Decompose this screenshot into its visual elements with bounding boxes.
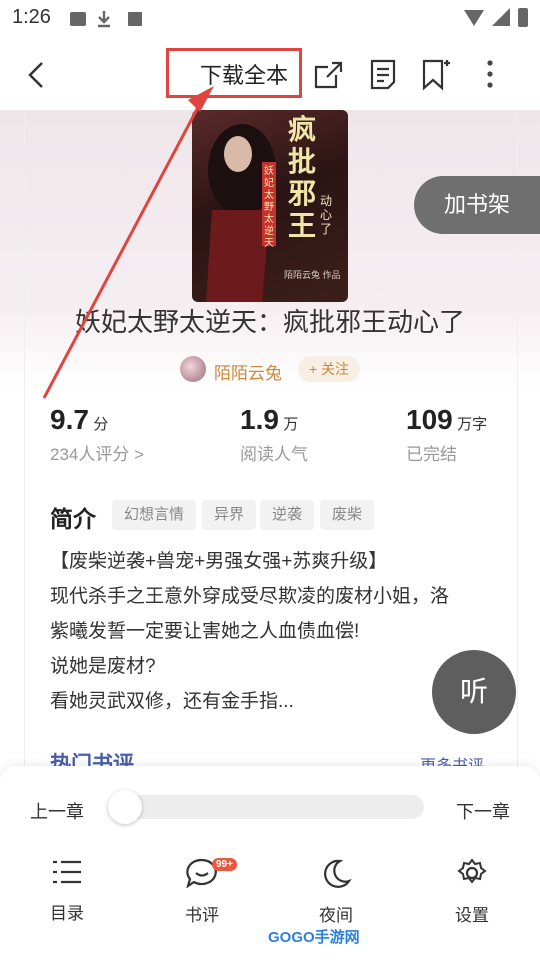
- image-icon: [70, 12, 86, 26]
- previous-chapter-button[interactable]: 上一章: [30, 798, 84, 824]
- bookmark-icon[interactable]: [420, 58, 452, 92]
- gear-icon: [457, 858, 487, 884]
- popularity-unit: 万: [283, 416, 299, 433]
- add-to-shelf-button[interactable]: 加书架: [414, 176, 540, 234]
- download-all-button[interactable]: 下载全本: [200, 58, 288, 90]
- intro-line: 【废柴逆袭+兽宠+男强女强+苏爽升级】: [50, 551, 388, 572]
- cover-series: 妖妃太野太逆天: [264, 166, 274, 249]
- word-count-value: 109: [406, 404, 453, 435]
- nav-settings[interactable]: 设置: [427, 858, 517, 926]
- tag-item[interactable]: 幻想言情: [112, 500, 197, 530]
- popularity-value: 1.9: [240, 404, 279, 435]
- nav-night-mode[interactable]: 夜间: [291, 858, 381, 926]
- intro-line: 现代杀手之王意外穿成受尽欺凌的废材小姐，洛: [50, 586, 450, 607]
- cover-title-main: 疯批邪王: [288, 114, 317, 241]
- author-name[interactable]: 陌陌云兔: [214, 359, 282, 384]
- more-options-icon[interactable]: [480, 58, 500, 92]
- stat-rating[interactable]: 9.7 分 234人评分 >: [50, 404, 144, 465]
- tag-item[interactable]: 逆袭: [260, 500, 315, 530]
- moon-icon: [324, 859, 352, 888]
- nav-settings-label: 设置: [455, 906, 489, 925]
- back-icon[interactable]: [24, 60, 52, 90]
- popularity-label: 阅读人气: [240, 445, 308, 464]
- share-icon[interactable]: [312, 58, 346, 92]
- rating-value: 9.7: [50, 404, 89, 435]
- list-icon: [53, 860, 81, 884]
- watermark: GOGO手游网: [268, 929, 360, 946]
- slider-thumb[interactable]: [108, 790, 142, 824]
- status-notification-icons: [70, 11, 142, 28]
- book-title: 妖妃太野太逆天：疯批邪王动心了: [74, 307, 465, 337]
- rating-unit: 分: [93, 416, 109, 433]
- intro-line: 紫曦发誓一定要让害她之人血债血偿!: [50, 621, 360, 642]
- completion-status: 已完结: [406, 445, 457, 464]
- next-chapter-button[interactable]: 下一章: [456, 798, 510, 824]
- chapter-progress-slider[interactable]: [110, 795, 424, 819]
- nav-catalog[interactable]: 目录: [22, 858, 112, 924]
- nav-catalog-label: 目录: [50, 904, 84, 923]
- intro-heading: 简介: [50, 506, 96, 532]
- app-icon: [128, 12, 142, 26]
- nav-night-mode-label: 夜间: [319, 906, 353, 925]
- signal-icon: [492, 8, 510, 26]
- battery-icon: [518, 8, 528, 27]
- cover-title-sub: 动心了: [320, 194, 333, 236]
- rating-count: 234人评分 >: [50, 445, 145, 464]
- word-count-unit: 万字: [457, 416, 488, 433]
- nav-reviews-label: 书评: [185, 906, 219, 925]
- stat-word-count: 109 万字 已完结: [406, 404, 487, 465]
- tag-item[interactable]: 废柴: [320, 500, 375, 530]
- stat-popularity: 1.9 万 阅读人气: [240, 404, 308, 465]
- follow-author-button[interactable]: + 关注: [298, 356, 360, 382]
- toc-icon[interactable]: [368, 58, 398, 92]
- intro-line: 看她灵武双修，还有金手指...: [50, 691, 294, 712]
- author-avatar[interactable]: [180, 356, 206, 382]
- reviews-count-badge: 99+: [212, 858, 237, 871]
- listen-button[interactable]: 听: [432, 650, 516, 734]
- book-cover[interactable]: 疯批邪王 动心了 妖妃太野太逆天 陌陌云兔 作品: [192, 110, 348, 302]
- status-system-icons: [464, 8, 528, 27]
- status-time: 1:26: [12, 6, 51, 28]
- cover-author: 陌陌云兔 作品: [284, 270, 341, 280]
- wifi-icon: [464, 10, 484, 26]
- download-icon: [98, 11, 110, 28]
- intro-line: 说她是废材?: [50, 656, 156, 677]
- tag-item[interactable]: 异界: [202, 500, 257, 530]
